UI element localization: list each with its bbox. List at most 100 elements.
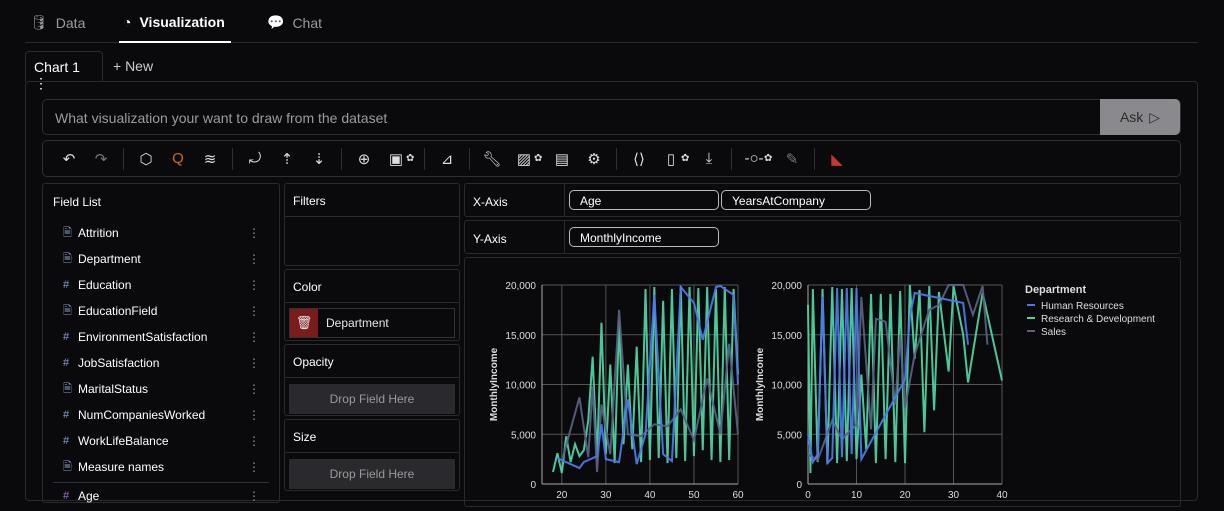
more-icon[interactable]: ⋮: [248, 489, 260, 503]
size-drop-zone[interactable]: Drop Field Here: [289, 459, 455, 489]
y-field-pill[interactable]: MonthlyIncome: [569, 227, 719, 247]
database-icon: 🛢: [30, 14, 48, 30]
undo-icon[interactable]: ↶: [53, 145, 85, 173]
series-line-research-development: [552, 285, 739, 474]
sort-descending-icon[interactable]: ⇣: [303, 145, 335, 173]
wrench-icon[interactable]: 🔧︎: [476, 145, 508, 173]
size-panel: Size Drop Field Here: [284, 419, 460, 491]
more-icon[interactable]: ⋮: [248, 434, 260, 448]
gear-icon[interactable]: ⚙: [578, 145, 610, 173]
field-item[interactable]: # Age ⋮: [43, 483, 279, 509]
x-tick-label: 20: [556, 490, 568, 501]
chat-icon: 💬: [267, 14, 285, 30]
tab-visualization[interactable]: ◔ Visualization: [123, 14, 225, 30]
x-tick-label: 50: [688, 490, 700, 501]
x-tick-label: 0: [805, 490, 811, 501]
y-axis-row: Y-Axis MonthlyIncome: [464, 220, 1181, 254]
gear-small-icon[interactable]: ✿: [534, 153, 546, 164]
x-tick-label: 20: [899, 490, 911, 501]
field-item[interactable]: 🗎 Attrition ⋮: [43, 220, 279, 246]
x-tick-label: 40: [644, 490, 656, 501]
ask-button[interactable]: Ask ▷: [1100, 99, 1180, 135]
redo-icon[interactable]: ↷: [85, 145, 117, 173]
field-item[interactable]: # JobSatisfaction ⋮: [43, 350, 279, 376]
toolbar: ↶ ↷ ⬡ Q ≋ ⤾ ⇡ ⇣ ⊕ ▣ ✿ ⊿ 🔧︎ ▨ ✿ ▤ ⚙ ⟨⟩ ▯ ✿ ⤓…: [42, 140, 1181, 177]
y-tick-label: 15,000: [771, 331, 802, 342]
y-tick-label: 20,000: [771, 281, 802, 292]
download-icon[interactable]: ⤓: [693, 145, 725, 173]
text-field-icon: 🗎: [63, 304, 72, 317]
y-axis-title: MonthlyIncome: [755, 347, 766, 421]
chart-tab-1[interactable]: Chart 1 ⋮: [25, 51, 103, 91]
more-icon[interactable]: ⋮: [248, 460, 260, 474]
logo-icon[interactable]: ◣: [821, 145, 853, 173]
send-icon: ▷: [1149, 108, 1161, 125]
y-tick-label: 20,000: [505, 281, 536, 292]
x-axis-row: X-Axis Age YearsAtCompany: [464, 183, 1181, 217]
hash-icon: #: [63, 435, 70, 447]
gear-small-icon[interactable]: ✿: [406, 153, 418, 164]
hash-icon: #: [63, 279, 70, 291]
text-field-icon: 🗎: [63, 460, 72, 473]
field-list-title: Field List: [53, 195, 102, 209]
field-item[interactable]: 🗎 Measure names ⋮: [43, 454, 279, 480]
more-icon[interactable]: ⋮: [248, 330, 260, 344]
active-tab-indicator: [119, 41, 231, 43]
hash-icon: #: [63, 357, 70, 369]
y-axis-title: MonthlyIncome: [489, 347, 500, 421]
new-chart-button[interactable]: + New: [113, 58, 153, 74]
text-field-icon: 🗎: [63, 252, 72, 265]
ask-input[interactable]: What visualization your want to draw fro…: [42, 99, 1181, 135]
color-field-pill[interactable]: 🗑︎ Department: [289, 308, 455, 338]
legend-item: Research & Development: [1041, 314, 1155, 325]
y-tick-label: 15,000: [505, 331, 536, 342]
field-item[interactable]: 🗎 MaritalStatus ⋮: [43, 376, 279, 402]
y-tick-label: 10,000: [505, 381, 536, 392]
layers-icon[interactable]: ≋: [194, 145, 226, 173]
filters-panel: Filters: [284, 183, 460, 266]
gear-small-icon[interactable]: ✿: [681, 153, 693, 164]
more-icon[interactable]: ⋮: [248, 252, 260, 266]
x-tick-label: 60: [732, 490, 744, 501]
x-tick-label: 40: [996, 490, 1008, 501]
top-nav: 🛢 Data ◔ Visualization 💬 Chat: [25, 0, 1198, 43]
opacity-drop-zone[interactable]: Drop Field Here: [289, 384, 455, 414]
more-icon[interactable]: ⋮: [248, 278, 260, 292]
tab-data[interactable]: 🛢 Data: [30, 14, 85, 31]
tab-chat[interactable]: 💬 Chat: [267, 14, 322, 31]
sort-ascending-icon[interactable]: ⇡: [271, 145, 303, 173]
more-icon[interactable]: ⋮: [248, 382, 260, 396]
x-field-pill[interactable]: YearsAtCompany: [721, 190, 871, 210]
more-icon[interactable]: ⋮: [248, 304, 260, 318]
hash-icon: #: [63, 331, 70, 343]
code-icon[interactable]: ⟨⟩: [623, 145, 655, 173]
text-field-icon: 🗎: [63, 382, 72, 395]
text-field-icon: 🗎: [63, 226, 72, 239]
field-item[interactable]: # WorkLifeBalance ⋮: [43, 428, 279, 454]
more-icon[interactable]: ⋮: [248, 356, 260, 370]
field-item[interactable]: # EnvironmentSatisfaction ⋮: [43, 324, 279, 350]
more-icon[interactable]: ⋮: [248, 226, 260, 240]
brush-icon[interactable]: ✎: [776, 145, 808, 173]
query-icon[interactable]: Q: [162, 145, 194, 173]
field-list: Field List 🗎 Attrition ⋮ 🗎 Department ⋮ # Educa…: [42, 183, 280, 503]
chart-area: 0 5,000 10,000 15,000 20,000 20 30 40 50 60 Monthl…: [464, 257, 1181, 507]
y-tick-label: 0: [530, 480, 536, 491]
field-item[interactable]: 🗎 EducationField ⋮: [43, 298, 279, 324]
gear-small-icon[interactable]: ✿: [764, 153, 776, 164]
cube-icon[interactable]: ⬡: [130, 145, 162, 173]
table-icon[interactable]: ▤: [546, 145, 578, 173]
x-field-pill[interactable]: Age: [569, 190, 719, 210]
field-item[interactable]: # Education ⋮: [43, 272, 279, 298]
x-tick-label: 10: [851, 490, 863, 501]
axis-icon[interactable]: ⊿: [431, 145, 463, 173]
more-icon[interactable]: ⋮: [248, 408, 260, 422]
legend-item: Sales: [1041, 327, 1066, 338]
field-item[interactable]: # NumCompaniesWorked ⋮: [43, 402, 279, 428]
chart-svg: 0 5,000 10,000 15,000 20,000 20 30 40 50 60 Monthl…: [489, 281, 1155, 501]
trash-icon[interactable]: 🗑︎: [290, 309, 318, 337]
field-item[interactable]: 🗎 Department ⋮: [43, 246, 279, 272]
zoom-in-icon[interactable]: ⊕: [348, 145, 380, 173]
opacity-panel: Opacity Drop Field Here: [284, 344, 460, 416]
transpose-icon[interactable]: ⤾: [239, 145, 271, 173]
